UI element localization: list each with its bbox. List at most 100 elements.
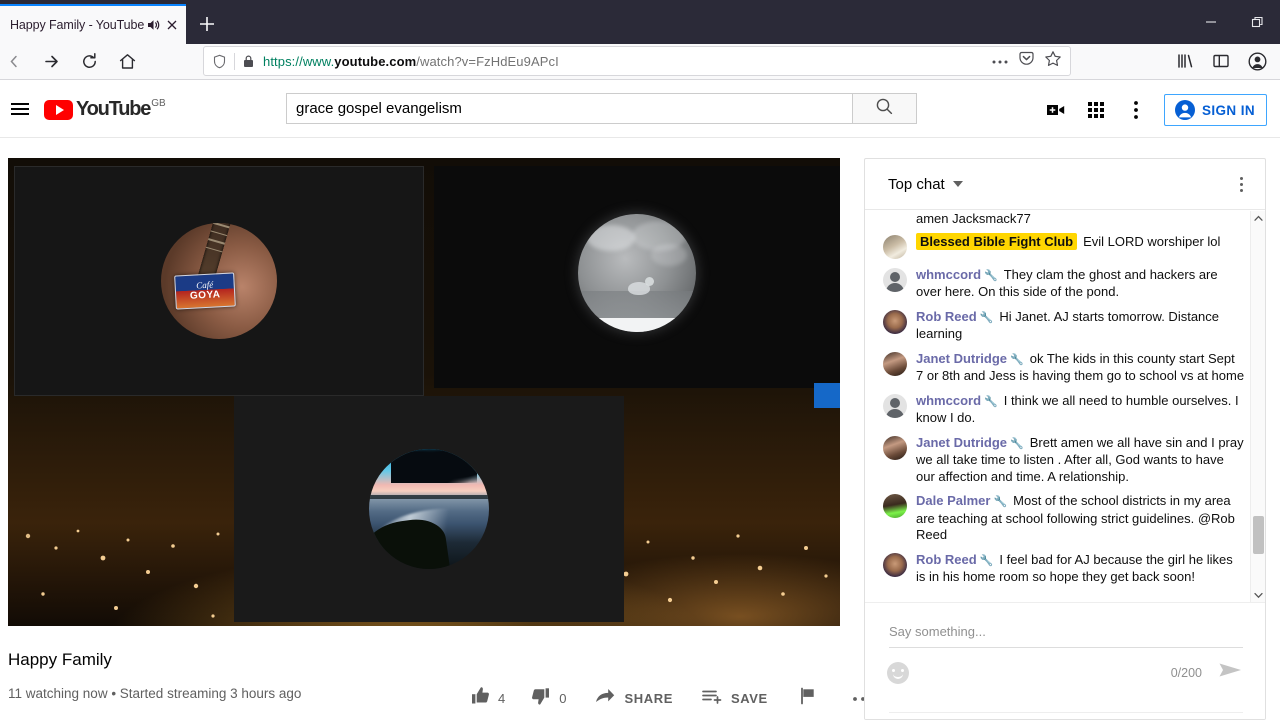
search-query-text: grace gospel evangelism xyxy=(296,100,462,117)
chat-message-list[interactable]: amen Jacksmack77 Blessed Bible Fight Clu… xyxy=(865,211,1265,603)
ellipsis-icon[interactable] xyxy=(991,52,1009,70)
chat-scrollbar[interactable] xyxy=(1250,211,1265,603)
back-arrow-icon[interactable] xyxy=(2,47,32,77)
report-button[interactable] xyxy=(798,683,818,713)
moderator-wrench-icon: 🔧 xyxy=(1010,353,1024,366)
blue-overlay-marker xyxy=(814,383,840,408)
avatar xyxy=(883,435,907,460)
chat-message[interactable]: whmccord 🔧 I think we all need to humble o… xyxy=(865,389,1265,431)
browser-tab-title: Happy Family - YouTube xyxy=(10,18,145,32)
avatar xyxy=(883,552,907,577)
moon-cloud xyxy=(587,225,636,252)
share-button[interactable]: SHARE xyxy=(594,683,673,713)
beach-sunset-avatar-image xyxy=(369,449,489,569)
home-icon[interactable] xyxy=(112,47,142,77)
send-paper-plane-icon[interactable] xyxy=(1218,660,1243,685)
save-button[interactable]: SAVE xyxy=(701,683,768,713)
url-bar[interactable]: https://www.youtube.com/watch?v=FzHdEu9A… xyxy=(203,46,1071,76)
chat-char-counter: 0/200 xyxy=(1170,665,1202,680)
reload-icon[interactable] xyxy=(74,47,104,77)
moderator-wrench-icon: 🔧 xyxy=(984,395,998,408)
moderator-wrench-icon: 🔧 xyxy=(979,554,994,567)
account-icon[interactable] xyxy=(1242,46,1272,76)
url-scheme: https://www. xyxy=(263,53,335,69)
emoji-smiley-icon[interactable] xyxy=(887,661,909,684)
video-panel-bottom-center xyxy=(234,396,624,622)
chat-input-placeholder: Say something... xyxy=(889,624,986,639)
hamburger-menu-icon[interactable] xyxy=(0,89,40,129)
search-button[interactable] xyxy=(852,93,917,124)
vertical-ellipsis-icon[interactable] xyxy=(1116,90,1156,130)
dislike-count: 0 xyxy=(559,690,567,706)
chat-message[interactable]: Rob Reed 🔧 I feel bad for AJ because the g… xyxy=(865,548,1265,590)
chat-input-divider xyxy=(889,712,1243,713)
shield-icon[interactable] xyxy=(212,54,227,69)
chat-message[interactable]: Janet Dutridge 🔧 ok The kids in this count… xyxy=(865,347,1265,389)
dislike-button[interactable]: 0 xyxy=(531,683,566,713)
pocket-icon[interactable] xyxy=(1018,50,1035,72)
cafe-goya-label: Café GOYA xyxy=(174,272,236,310)
chat-author-name: Janet Dutridge xyxy=(916,434,1008,450)
youtube-logo-icon[interactable]: YouTube GB xyxy=(44,98,166,120)
moderator-wrench-icon: 🔧 xyxy=(993,496,1008,508)
search-icon xyxy=(875,97,894,121)
avatar xyxy=(883,267,907,292)
library-icon[interactable] xyxy=(1170,46,1200,76)
save-label: SAVE xyxy=(730,690,768,706)
chat-scrollbar-thumb[interactable] xyxy=(1253,516,1264,554)
new-tab-button[interactable] xyxy=(194,11,220,37)
thumbs-up-icon xyxy=(470,685,491,711)
chat-author-name: Janet Dutridge xyxy=(916,350,1008,366)
chat-message[interactable]: Blessed Bible Fight Club Evil LORD worshi… xyxy=(865,230,1265,263)
star-icon[interactable] xyxy=(1044,50,1062,73)
browser-tab[interactable]: Happy Family - YouTube xyxy=(0,4,186,44)
lock-icon[interactable] xyxy=(242,54,255,68)
chat-message-input[interactable]: Say something... xyxy=(889,623,1243,648)
chevron-down-icon[interactable] xyxy=(952,181,963,187)
flag-icon xyxy=(798,686,818,711)
forward-arrow-icon[interactable] xyxy=(36,47,66,77)
chat-message[interactable]: Dale Palmer 🔧 Most of the school districts… xyxy=(865,489,1265,548)
close-icon[interactable] xyxy=(164,17,180,33)
video-player[interactable]: Café GOYA xyxy=(8,158,840,626)
chat-message[interactable]: Rob Reed 🔧 Hi Janet. AJ starts tomorrow. D… xyxy=(865,305,1265,347)
minimize-icon[interactable] xyxy=(1188,0,1234,44)
video-camera-icon[interactable] xyxy=(1036,90,1076,130)
chat-partial-message: amen Jacksmack77 xyxy=(916,211,1031,226)
chat-author-name: Rob Reed xyxy=(916,551,977,567)
chat-menu-button[interactable] xyxy=(1227,170,1255,198)
search-input[interactable]: grace gospel evangelism xyxy=(286,93,852,124)
chat-message[interactable]: whmccord 🔧 They clam the ghost and hackers… xyxy=(865,263,1265,305)
moon-cloud xyxy=(651,244,688,267)
url-text: https://www.youtube.com/watch?v=FzHdEu9A… xyxy=(263,54,559,69)
avatar xyxy=(883,234,907,259)
url-path: /watch?v=FzHdEu9APcI xyxy=(416,53,559,69)
chevron-down-icon[interactable] xyxy=(1251,588,1265,603)
moon-duck xyxy=(627,276,654,295)
chat-author-name: Dale Palmer xyxy=(916,493,991,508)
masthead-buttons: SIGN IN xyxy=(1036,90,1267,130)
like-button[interactable]: 4 xyxy=(470,683,505,713)
apps-grid-icon[interactable] xyxy=(1076,90,1116,130)
like-count: 4 xyxy=(498,690,506,706)
chat-message[interactable]: Janet Dutridge 🔧 Brett amen we all have si… xyxy=(865,431,1265,490)
chat-message-body: whmccord 🔧 They clam the ghost and hackers… xyxy=(916,267,1245,301)
url-divider xyxy=(234,52,235,70)
masthead-divider xyxy=(0,137,1280,138)
chevron-up-icon[interactable] xyxy=(1251,211,1265,226)
sidebar-icon[interactable] xyxy=(1206,46,1236,76)
restore-icon[interactable] xyxy=(1234,0,1280,44)
browser-toolbar-right xyxy=(1170,46,1272,76)
window-controls xyxy=(1188,0,1280,44)
chat-author-name: whmccord xyxy=(916,266,982,282)
beach-tree-silhouette xyxy=(390,449,477,483)
moderator-wrench-icon: 🔧 xyxy=(1010,437,1024,450)
moon-engraving-avatar-image xyxy=(578,213,696,332)
guitar-avatar-image: Café GOYA xyxy=(161,223,277,339)
moderator-wrench-icon: 🔧 xyxy=(979,311,994,324)
speaker-icon[interactable] xyxy=(145,17,161,33)
sign-in-button[interactable]: SIGN IN xyxy=(1163,94,1267,126)
youtube-logo-text: YouTube xyxy=(76,98,151,120)
account-circle-icon xyxy=(1174,99,1196,121)
url-domain: youtube.com xyxy=(334,53,417,69)
